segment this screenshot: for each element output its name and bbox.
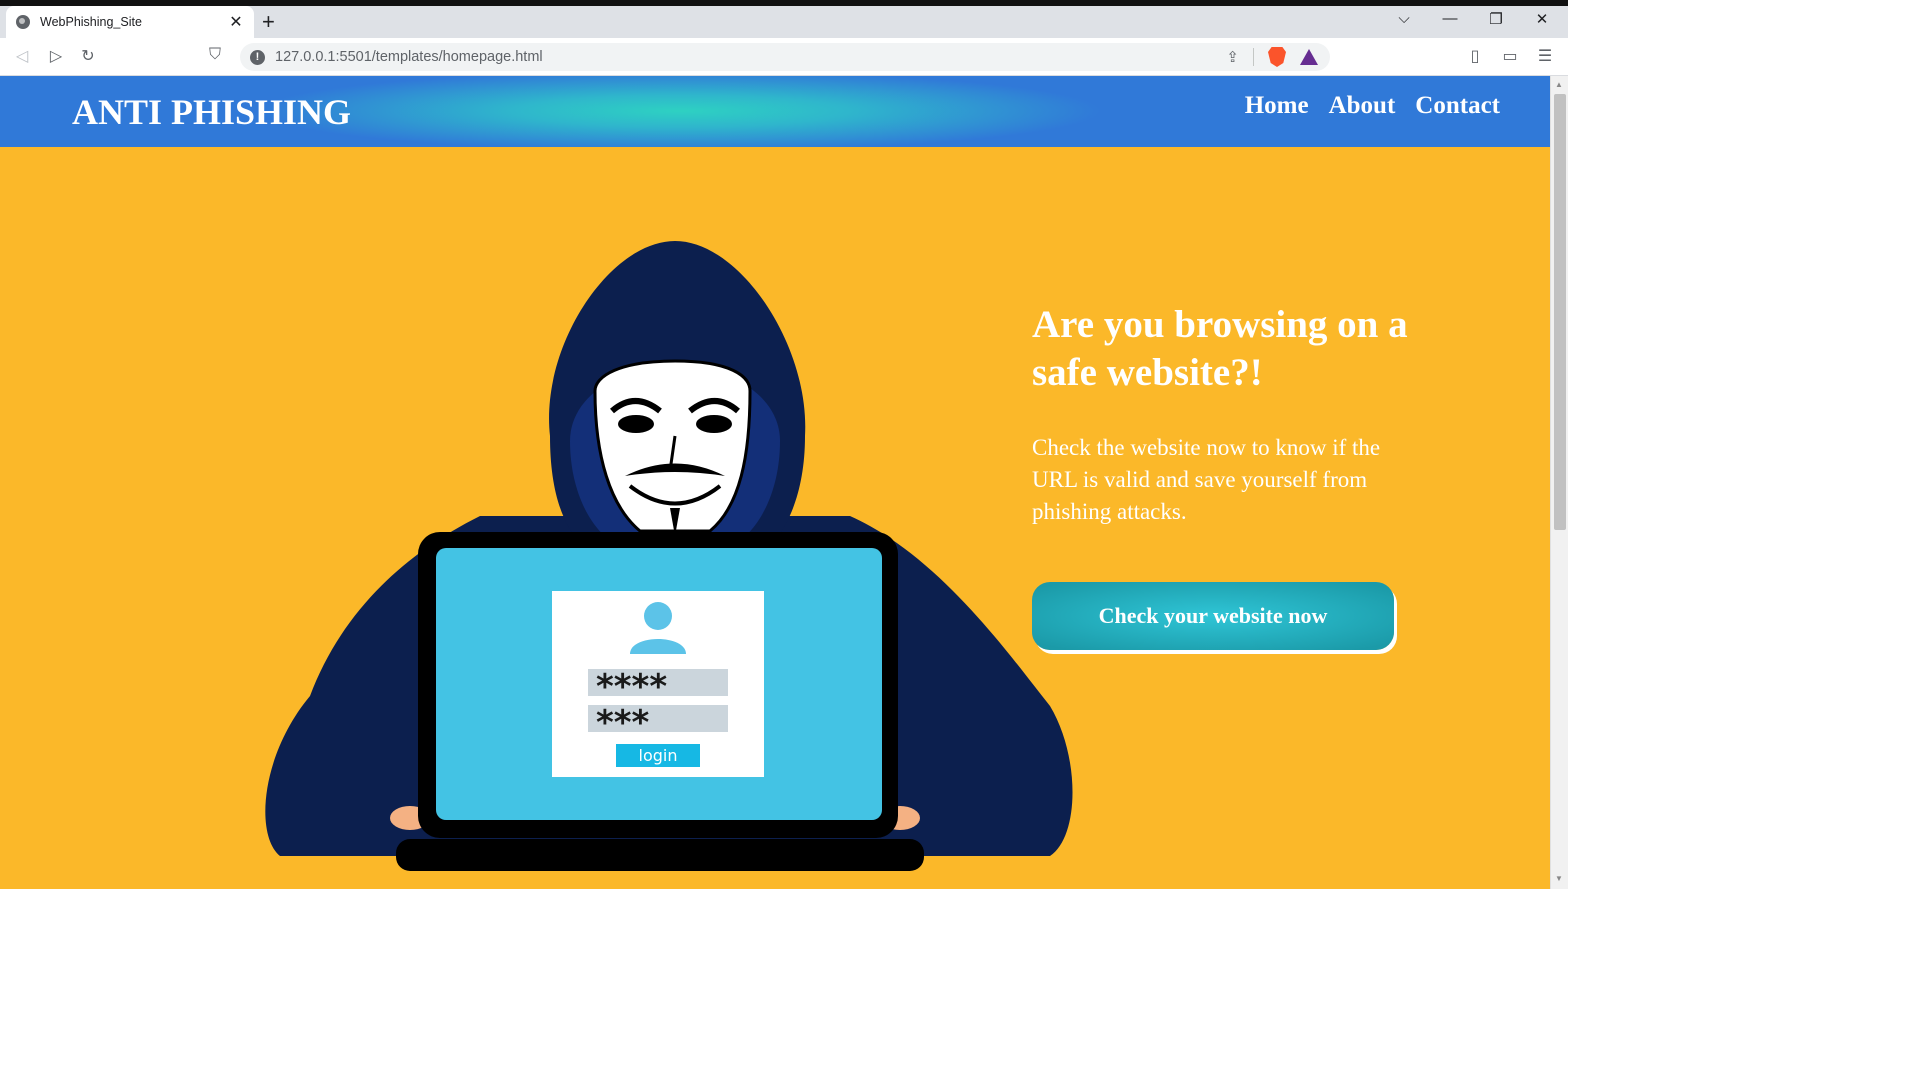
restore-button[interactable]: ❐ [1484,10,1508,28]
login-button-label: login [639,746,678,765]
tab-search-icon[interactable]: ⌵ [1392,10,1416,27]
window-close-button[interactable]: ✕ [1530,10,1554,28]
scroll-thumb[interactable] [1554,94,1566,530]
page-content: ANTI PHISHING Home About Contact **** **… [0,76,1550,889]
tab-close-icon[interactable]: ✕ [228,12,244,32]
globe-icon [16,15,30,29]
hacker-illustration: **** *** login [265,241,1073,871]
nav-home-link[interactable]: Home [1245,92,1309,120]
site-nav: Home About Contact [1245,92,1500,120]
menu-icon[interactable]: ☰ [1535,46,1555,66]
laptop-base [396,839,924,871]
new-tab-button[interactable]: + [262,9,275,35]
bookmark-icon[interactable]: ⛉ [205,46,225,64]
scroll-up-icon[interactable]: ▲ [1555,80,1563,89]
hero-subtext: Check the website now to know if the URL… [1032,435,1381,524]
minimize-button[interactable]: — [1438,10,1462,27]
login-password-mask: *** [596,703,650,743]
share-icon[interactable]: ⇪ [1226,48,1239,66]
forward-icon[interactable]: ▷ [46,46,66,66]
address-bar[interactable]: ! 127.0.0.1:5501/templates/homepage.html… [240,43,1330,71]
url-text[interactable]: 127.0.0.1:5501/templates/homepage.html [275,49,1226,65]
scroll-down-icon[interactable]: ▼ [1555,874,1563,883]
hero-headline: Are you browsing on a safe website?! [1032,303,1408,394]
page-scrollbar[interactable]: ▲ ▼ [1550,76,1568,889]
divider [1253,48,1254,66]
browser-toolbar: ◁ ▷ ↻ ⛉ ! 127.0.0.1:5501/templates/homep… [0,38,1568,76]
site-info-icon[interactable]: ! [250,49,265,65]
site-navbar: ANTI PHISHING Home About Contact [0,76,1550,147]
browser-tab-bar: WebPhishing_Site ✕ + ⌵ — ❐ ✕ [0,0,1568,38]
nav-about-link[interactable]: About [1329,92,1396,120]
reload-icon[interactable]: ↻ [78,46,98,66]
check-website-button[interactable]: Check your website now [1032,582,1394,650]
browser-tab[interactable]: WebPhishing_Site ✕ [6,6,254,38]
nav-contact-link[interactable]: Contact [1415,92,1500,120]
back-icon[interactable]: ◁ [12,46,32,66]
login-username-mask: **** [596,667,667,707]
tab-title: WebPhishing_Site [40,15,142,29]
brave-rewards-icon[interactable] [1300,49,1318,65]
brave-shields-icon[interactable] [1268,47,1286,67]
wallet-icon[interactable]: ▭ [1500,46,1520,66]
site-brand[interactable]: ANTI PHISHING [72,91,351,133]
sidebar-icon[interactable]: ▯ [1465,46,1485,66]
